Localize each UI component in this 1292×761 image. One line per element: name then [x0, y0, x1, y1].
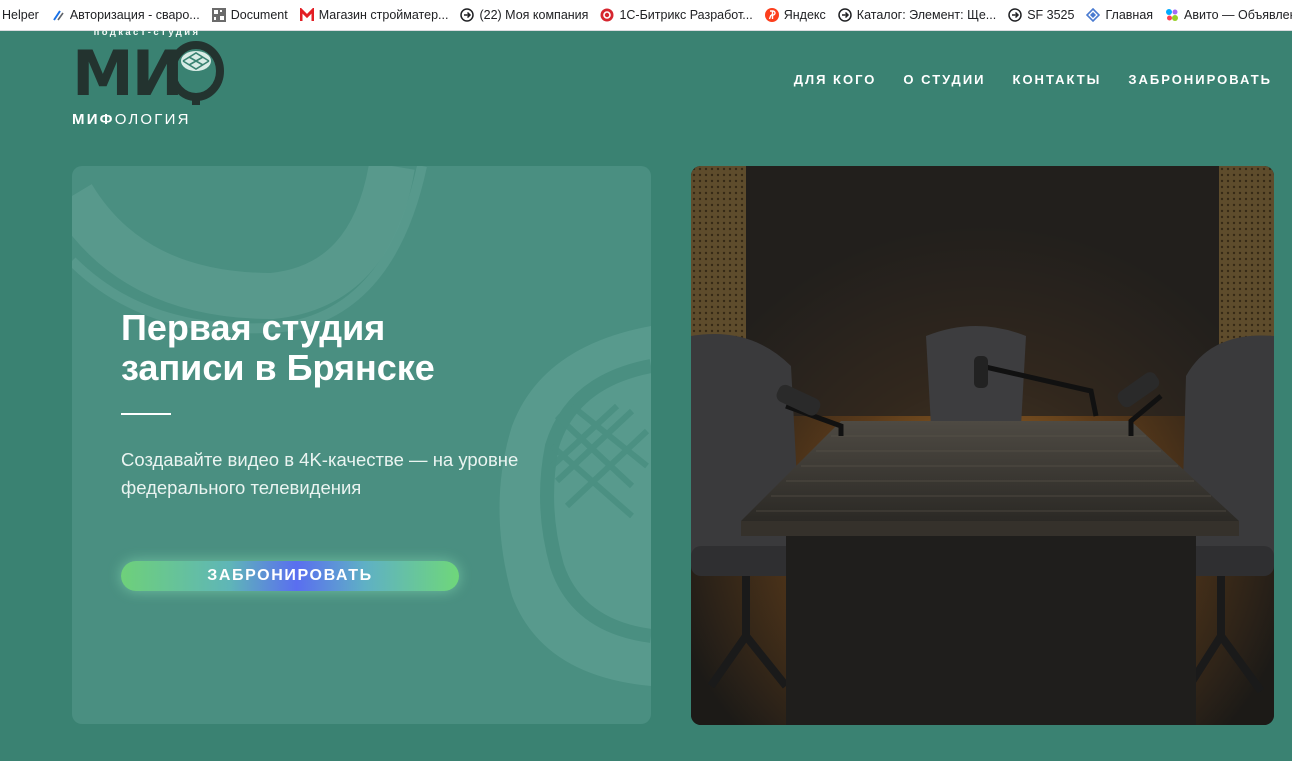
- bookmark-label: Helper: [2, 8, 39, 22]
- hero-divider: [121, 413, 171, 415]
- nav-for-whom[interactable]: ДЛЯ КОГО: [794, 71, 877, 89]
- bookmark-avito[interactable]: Авито — Объявлени...: [1159, 0, 1292, 30]
- main-nav: ДЛЯ КОГО О СТУДИИ КОНТАКТЫ ЗАБРОНИРОВАТЬ: [767, 71, 1272, 89]
- hero-title: Первая студия записи в Брянске: [121, 308, 541, 388]
- arrow-circle-icon: [460, 8, 475, 22]
- tools-icon: [51, 8, 65, 22]
- logo-name-rest: ОЛОГИЯ: [114, 111, 191, 128]
- avito-icon: [1165, 8, 1179, 22]
- bookmark-label: Главная: [1105, 8, 1154, 22]
- nav-book[interactable]: ЗАБРОНИРОВАТЬ: [1128, 71, 1272, 89]
- page: подкаст-студия МИ МИФОЛОГИЯ ДЛЯ КОГО О С…: [0, 27, 1292, 761]
- hero-title-line1: Первая студия: [121, 307, 386, 348]
- yandex-icon: [764, 8, 779, 22]
- m-logo-icon: [299, 8, 314, 22]
- bookmark-company[interactable]: (22) Моя компания: [454, 0, 594, 30]
- hero-background-graphic: [72, 166, 651, 686]
- bookmark-label: SF 3525: [1027, 8, 1075, 22]
- bookmark-label: Яндекс: [783, 8, 826, 22]
- bookmark-label: Магазин стройматер...: [318, 8, 449, 22]
- bookmark-auth[interactable]: Авторизация - сваро...: [45, 0, 206, 30]
- hero-subtitle: Создавайте видео в 4K-качестве — на уров…: [121, 449, 519, 498]
- nav-about[interactable]: О СТУДИИ: [903, 71, 985, 89]
- bookmark-label: Авторизация - сваро...: [69, 8, 200, 22]
- logo-name: МИФОЛОГИЯ: [72, 111, 191, 128]
- nav-contacts[interactable]: КОНТАКТЫ: [1013, 71, 1102, 89]
- diamond-icon: [1086, 8, 1101, 22]
- bookmark-main[interactable]: Главная: [1080, 0, 1159, 30]
- hero-card: Первая студия записи в Брянске Создавайт…: [72, 166, 651, 724]
- bookmark-label: Авито — Объявлени...: [1184, 8, 1292, 22]
- qr-icon: [211, 8, 226, 22]
- bookmark-label: 1С-Битрикс Разработ...: [619, 8, 753, 22]
- hero-title-line2: записи в Брянске: [121, 347, 435, 388]
- arrow-circle-icon: [838, 8, 852, 22]
- bookmark-document[interactable]: Document: [206, 0, 294, 30]
- bookmark-store[interactable]: Магазин стройматер...: [294, 0, 455, 30]
- book-button[interactable]: ЗАБРОНИРОВАТЬ: [121, 561, 459, 591]
- site-logo[interactable]: подкаст-студия МИ МИФОЛОГИЯ: [72, 27, 227, 129]
- microphone-icon: [168, 41, 224, 105]
- bookmark-catalog[interactable]: Каталог: Элемент: Ще...: [832, 0, 1002, 30]
- bookmark-helper[interactable]: Helper: [0, 0, 45, 30]
- bookmark-sf[interactable]: SF 3525: [1002, 0, 1080, 30]
- studio-photo: [691, 166, 1274, 725]
- bitrix-icon: [600, 8, 614, 22]
- studio-photo-illustration: [691, 166, 1274, 725]
- arrow-circle-icon: [1008, 8, 1022, 22]
- bookmark-bitrix[interactable]: 1С-Битрикс Разработ...: [594, 0, 758, 30]
- bookmark-yandex[interactable]: Яндекс: [759, 0, 832, 30]
- bookmark-label: Каталог: Элемент: Ще...: [856, 8, 997, 22]
- logo-name-bold: МИФ: [72, 111, 115, 128]
- bookmark-label: Document: [230, 8, 288, 22]
- bookmark-label: (22) Моя компания: [479, 8, 589, 22]
- logo-mark: МИ: [72, 37, 184, 110]
